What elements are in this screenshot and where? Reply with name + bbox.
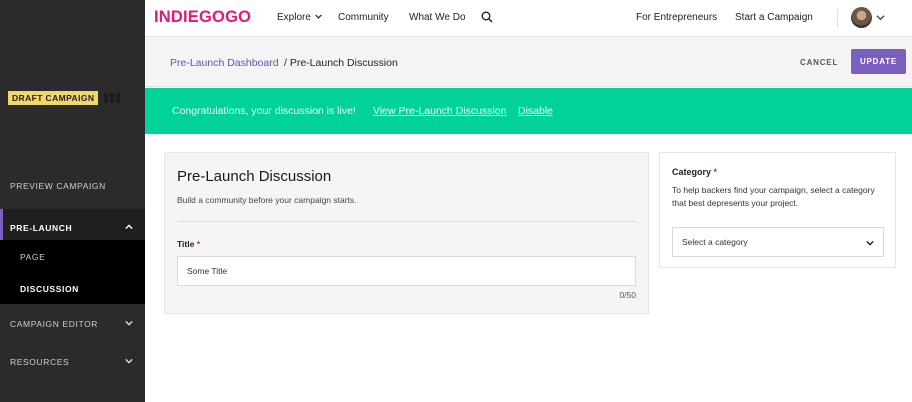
chevron-down-icon	[866, 240, 874, 246]
pre-launch-submenu	[0, 240, 145, 304]
nav-explore-label: Explore	[277, 12, 311, 23]
category-label: Category *	[672, 167, 717, 177]
nav-community[interactable]: Community	[338, 12, 389, 23]
chevron-down-icon	[314, 14, 322, 19]
title-input[interactable]	[177, 256, 636, 286]
search-icon[interactable]	[481, 11, 493, 23]
category-select-value: Select a category	[682, 237, 748, 247]
discussion-form-card: Pre-Launch Discussion Build a community …	[164, 152, 649, 314]
breadcrumb-current: / Pre-Launch Discussion	[284, 57, 398, 69]
cancel-button[interactable]: CANCEL	[800, 58, 838, 67]
page-header: Pre-Launch Dashboard / Pre-Launch Discus…	[145, 37, 912, 87]
banner-message: Congratulations, your discussion is live…	[172, 105, 356, 117]
divider	[177, 221, 637, 222]
nav-start-campaign[interactable]: Start a Campaign	[735, 12, 813, 23]
sidebar-item-label: PRE-LAUNCH	[10, 223, 73, 233]
page-subtitle: Build a community before your campaign s…	[177, 195, 357, 205]
sidebar-item-campaign-editor[interactable]: CAMPAIGN EDITOR	[0, 305, 145, 343]
nav-divider	[837, 9, 838, 27]
required-mark: *	[713, 167, 718, 177]
sidebar-item-resources[interactable]: RESOURCES	[0, 343, 145, 381]
chevron-down-icon	[125, 320, 133, 326]
category-label-text: Category	[672, 167, 712, 177]
draft-campaign-badge: DRAFT CAMPAIGN	[8, 91, 99, 105]
breadcrumb-dashboard-link[interactable]: Pre-Launch Dashboard	[170, 57, 279, 69]
success-banner: Congratulations, your discussion is live…	[145, 88, 912, 134]
page-title: Pre-Launch Discussion	[177, 168, 332, 185]
update-button[interactable]: UPDATE	[851, 49, 906, 74]
sidebar-item-preview-campaign[interactable]: PREVIEW CAMPAIGN	[0, 167, 145, 205]
category-card: Category * To help backers find your cam…	[659, 152, 896, 268]
required-mark: *	[196, 239, 201, 249]
chevron-down-icon	[125, 358, 133, 364]
sidebar-subitem-page[interactable]: PAGE	[20, 252, 45, 262]
top-navigation: INDIEGOGO Explore Community What We Do F…	[145, 0, 912, 37]
title-label-text: Title	[177, 239, 195, 249]
sidebar-item-label: RESOURCES	[10, 357, 70, 367]
sidebar-subitem-discussion[interactable]: DISCUSSION	[20, 284, 79, 294]
category-help-text: To help backers find your campaign, sele…	[672, 185, 875, 208]
nav-explore[interactable]: Explore	[277, 12, 322, 23]
indiegogo-logo[interactable]: INDIEGOGO	[154, 8, 251, 27]
disable-link[interactable]: Disable	[518, 105, 553, 117]
nav-for-entrepreneurs[interactable]: For Entrepreneurs	[636, 12, 717, 23]
sidebar-item-label: CAMPAIGN EDITOR	[10, 319, 99, 329]
campaign-title-placeholder	[104, 90, 144, 103]
view-discussion-link[interactable]: View Pre-Launch Discussion	[373, 105, 506, 117]
sidebar: DRAFT CAMPAIGN PREVIEW CAMPAIGN PRE-LAUN…	[0, 0, 145, 402]
nav-what-we-do[interactable]: What We Do	[409, 12, 466, 23]
chevron-up-icon	[125, 224, 133, 230]
avatar[interactable]	[851, 7, 872, 28]
title-label: Title *	[177, 239, 200, 249]
category-select[interactable]: Select a category	[672, 227, 884, 257]
sidebar-item-label: PREVIEW CAMPAIGN	[10, 181, 106, 191]
character-counter: 0/50	[619, 290, 636, 300]
chevron-down-icon[interactable]	[876, 13, 885, 22]
